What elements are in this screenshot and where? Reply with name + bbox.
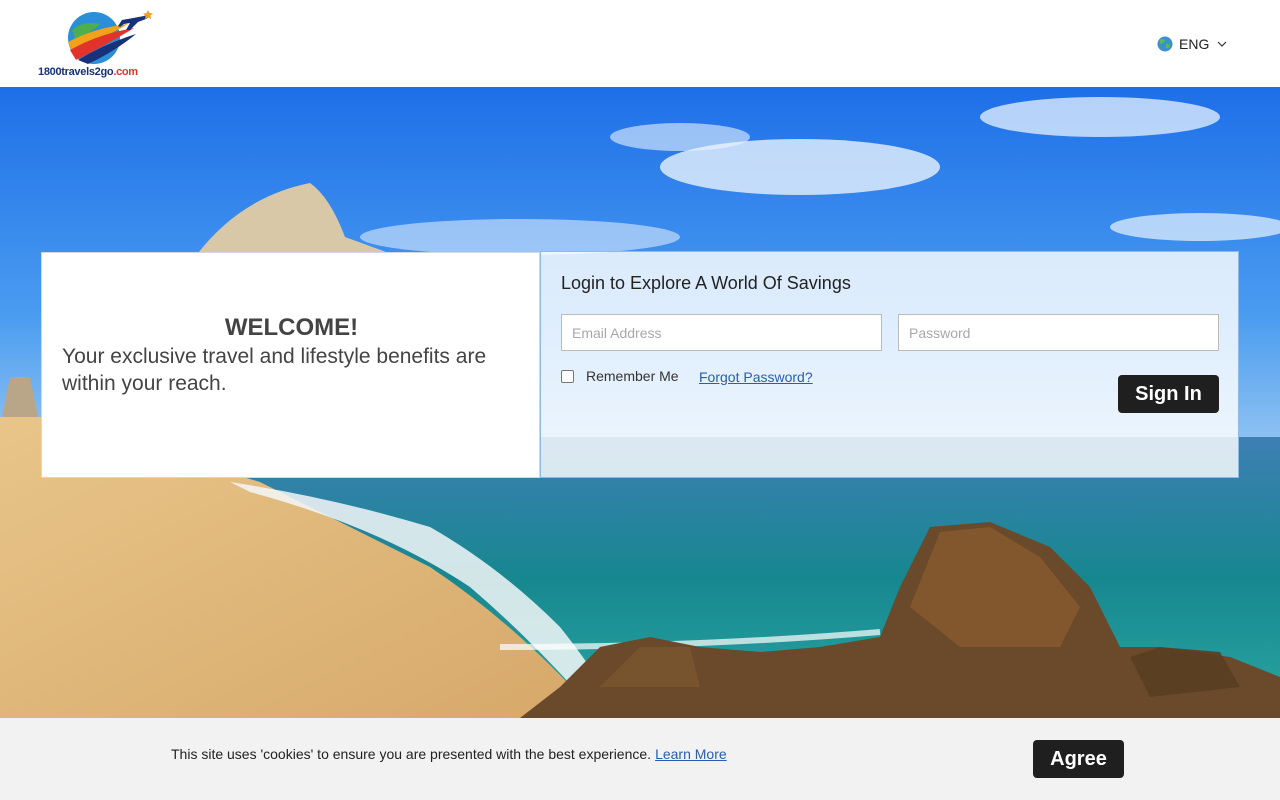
remember-me-label: Remember Me: [586, 368, 679, 384]
agree-button[interactable]: Agree: [1033, 740, 1124, 778]
forgot-password-link[interactable]: Forgot Password?: [699, 369, 813, 385]
site-header: 1800travels2go.com ENG: [0, 0, 1280, 87]
login-title: Login to Explore A World Of Savings: [561, 273, 851, 293]
logo-wordmark: 1800travels2go.com: [38, 66, 138, 78]
site-logo[interactable]: 1800travels2go.com: [38, 8, 158, 82]
globe-icon: [1157, 36, 1173, 52]
globe-airplane-logo-icon: [68, 10, 153, 64]
language-label: ENG: [1179, 36, 1210, 52]
language-selector[interactable]: ENG: [1157, 34, 1227, 54]
sign-in-button[interactable]: Sign In: [1118, 375, 1219, 413]
learn-more-link[interactable]: Learn More: [655, 746, 727, 762]
cookie-text: This site uses 'cookies' to ensure you a…: [171, 746, 652, 762]
remember-me[interactable]: Remember Me: [561, 368, 679, 384]
email-field[interactable]: [561, 314, 882, 351]
remember-me-checkbox[interactable]: [561, 369, 574, 383]
welcome-panel: WELCOME! Your exclusive travel and lifes…: [41, 252, 540, 478]
cookie-message: This site uses 'cookies' to ensure you a…: [171, 746, 727, 762]
welcome-title: WELCOME!: [224, 314, 359, 341]
welcome-message: Your exclusive travel and lifestyle bene…: [62, 345, 487, 395]
chevron-down-icon: [1217, 41, 1227, 47]
password-field[interactable]: [898, 314, 1219, 351]
cookie-banner: This site uses 'cookies' to ensure you a…: [0, 718, 1280, 800]
login-panel: Login to Explore A World Of Savings Reme…: [540, 251, 1239, 478]
